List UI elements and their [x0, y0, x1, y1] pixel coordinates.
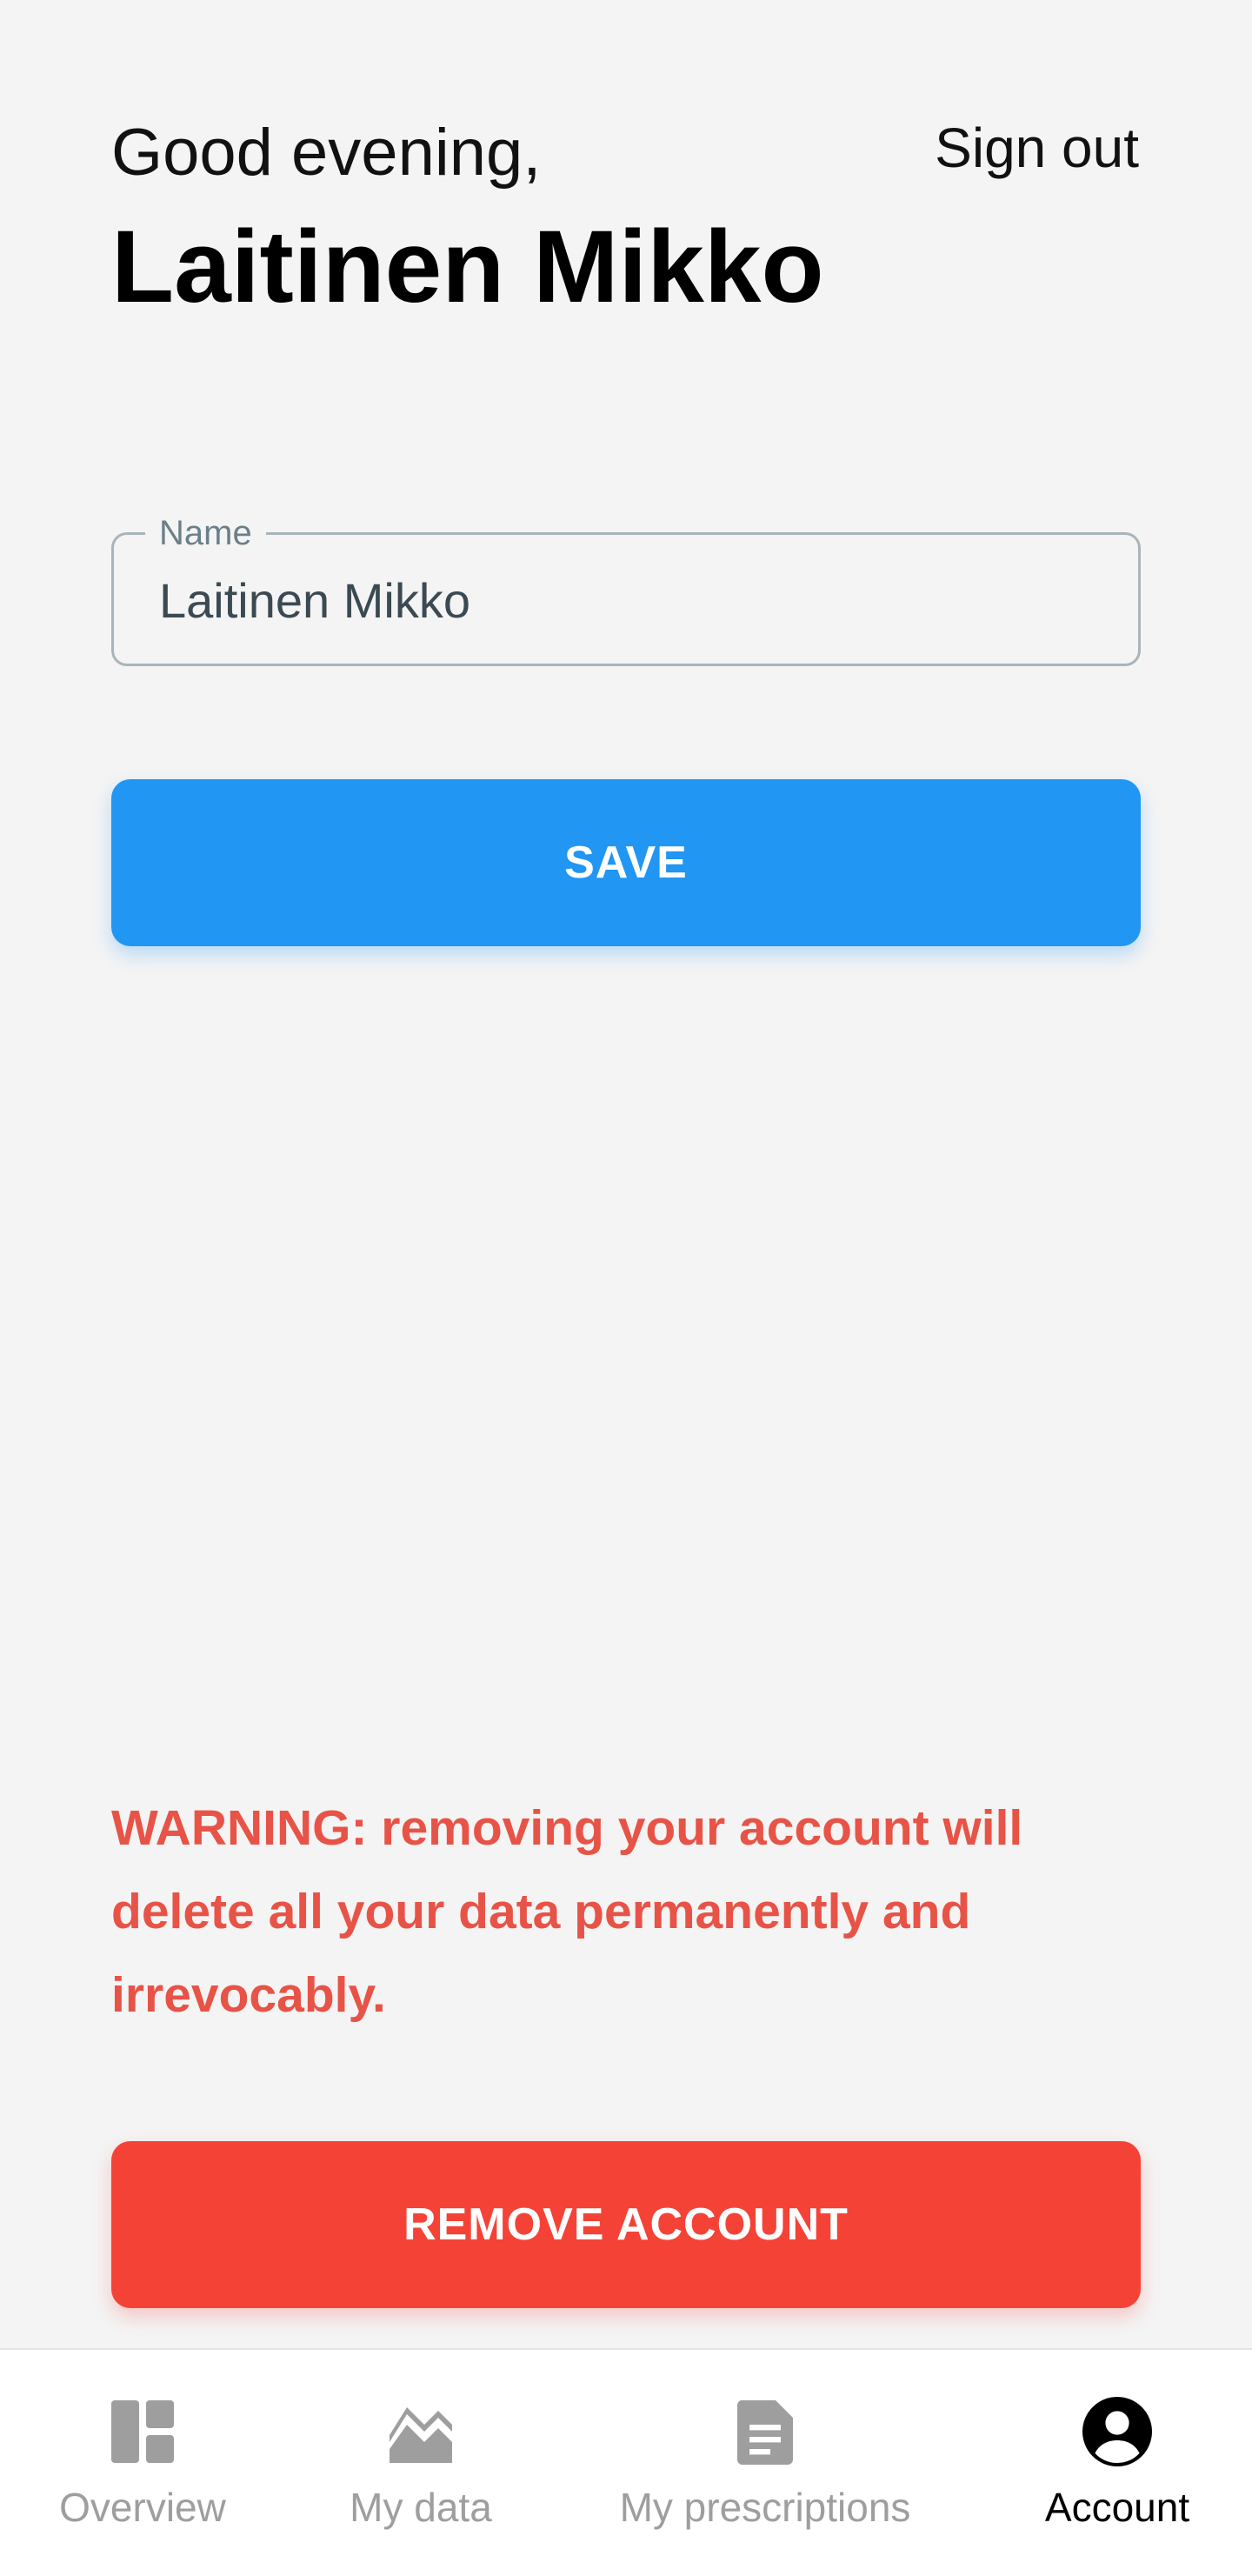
nav-item-my-data[interactable]: My data [334, 2350, 508, 2576]
warning-text: WARNING: removing your account will dele… [111, 1800, 1023, 2023]
nav-item-account[interactable]: Account [1026, 2350, 1209, 2576]
dashboard-icon [111, 2400, 174, 2463]
greeting-text: Good evening, [111, 116, 542, 190]
nav-item-overview[interactable]: Overview [56, 2350, 230, 2576]
account-circle-icon [1082, 2397, 1152, 2466]
nav-item-my-prescriptions[interactable]: My prescriptions [600, 2350, 930, 2576]
nav-label-account: Account [1044, 2485, 1190, 2530]
document-icon [736, 2400, 793, 2465]
nav-label-my-prescriptions: My prescriptions [619, 2485, 911, 2530]
name-input[interactable] [157, 535, 1112, 665]
bottom-navigation: Overview My data My prescriptions Accoun… [0, 2348, 1252, 2576]
name-field[interactable]: Name [111, 512, 1141, 666]
user-name-heading: Laitinen Mikko [111, 210, 824, 324]
save-button[interactable]: SAVE [111, 779, 1141, 946]
sign-out-link[interactable]: Sign out [935, 120, 1139, 176]
remove-account-button[interactable]: REMOVE ACCOUNT [111, 2141, 1141, 2308]
chart-icon [390, 2407, 452, 2463]
nav-label-my-data: My data [350, 2485, 492, 2530]
nav-label-overview: Overview [59, 2485, 226, 2530]
